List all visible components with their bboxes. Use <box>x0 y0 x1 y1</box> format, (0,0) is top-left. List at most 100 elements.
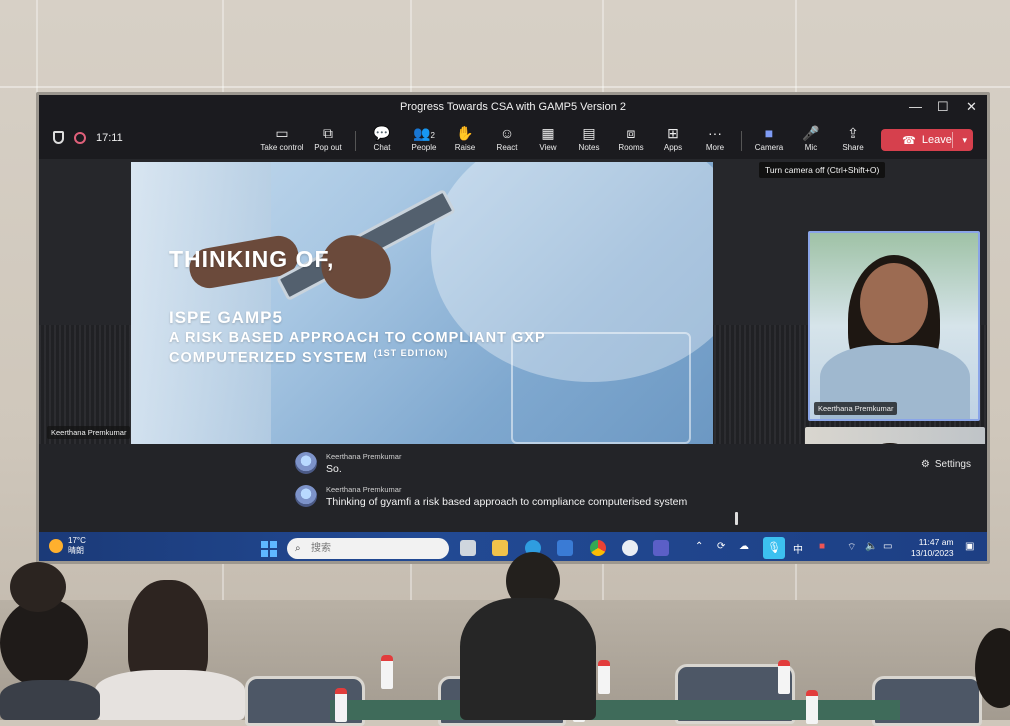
more-icon: ··· <box>708 125 722 141</box>
slide-photo-equipment <box>511 332 691 444</box>
avatar <box>295 452 317 474</box>
caption-speaker: Keerthana Premkumar <box>326 485 402 494</box>
slide-edition: (1ST EDITION) <box>373 348 449 358</box>
notification-icon[interactable]: ▣ <box>965 541 974 552</box>
windows-start-icon[interactable] <box>261 541 277 557</box>
taskbar-clock[interactable]: 11:47 am 13/10/2023 <box>911 537 954 559</box>
audience-head <box>0 598 88 688</box>
pop-out-button[interactable]: ⧉ Pop out <box>305 125 351 157</box>
task-view-icon[interactable] <box>460 540 476 556</box>
water-bottle <box>778 660 790 694</box>
title-bar: Progress Towards CSA with GAMP5 Version … <box>39 95 987 121</box>
avatar <box>295 485 317 507</box>
water-bottle <box>335 688 347 722</box>
meeting-stage: THINKING OF, ISPE GAMP5 A RISK BASED APP… <box>39 159 987 512</box>
store-icon[interactable] <box>557 540 573 556</box>
leave-label: Leave <box>921 134 952 146</box>
sync-icon[interactable]: ⟳ <box>717 541 725 552</box>
participant-face <box>860 263 928 343</box>
phone-icon: ☎ <box>902 134 916 147</box>
caption-settings-button[interactable]: ⚙ Settings <box>921 459 971 470</box>
presenter-name-tag: Keerthana Premkumar <box>47 426 131 439</box>
more-button[interactable]: ··· More <box>692 125 738 157</box>
raise-hand-button[interactable]: ✋ Raise <box>442 125 488 157</box>
chevron-up-icon[interactable]: ⌃ <box>695 541 703 552</box>
camera-button[interactable]: ■ Camera <box>746 125 792 157</box>
recording-icon <box>74 131 86 144</box>
participant-video-tile[interactable]: Keerthana Premkumar <box>808 231 980 421</box>
slide-heading: THINKING OF, <box>169 246 335 272</box>
rooms-button[interactable]: ⧈ Rooms <box>608 125 654 157</box>
maximize-button[interactable]: ☐ <box>937 99 949 115</box>
react-icon: ☺ <box>499 125 515 141</box>
participant-name-tag: Keerthana Premkumar <box>814 402 898 415</box>
meeting-info: 17:11 <box>53 131 123 144</box>
cloud-icon[interactable]: ☁ <box>739 541 749 552</box>
audience-head <box>10 562 66 612</box>
shield-icon <box>53 131 64 144</box>
water-bottle <box>598 660 610 694</box>
wifi-icon[interactable]: ⌔ <box>847 541 856 554</box>
raise-hand-icon: ✋ <box>456 125 474 141</box>
caption-speaker: Keerthana Premkumar <box>326 452 402 461</box>
search-icon: ⌕ <box>295 543 301 554</box>
windows-taskbar: 17°C 晴朗 ⌕ 搜索 ⌃ ⟳ ☁ 🎙 中 ■ ⌔ 🔈 ▭ 11:47 am … <box>39 532 987 561</box>
take-control-button[interactable]: ▭ Take control <box>259 125 305 157</box>
teams-icon[interactable] <box>653 540 669 556</box>
share-button[interactable]: ⇪ Share <box>830 125 876 157</box>
close-button[interactable]: ✕ <box>966 99 977 115</box>
people-icon: 👥2 <box>413 125 435 141</box>
app-tray-icon[interactable]: ■ <box>819 541 825 552</box>
water-bottle <box>381 655 393 689</box>
shared-slide: THINKING OF, ISPE GAMP5 A RISK BASED APP… <box>131 162 713 444</box>
mic-button[interactable]: 🎤 Mic <box>788 125 834 157</box>
app-icon[interactable] <box>622 540 638 556</box>
input-language[interactable]: 中 <box>793 541 803 556</box>
audience-person <box>95 670 245 720</box>
apps-button[interactable]: ⊞ Apps <box>650 125 696 157</box>
water-bottle <box>806 690 818 724</box>
taskbar-search-input[interactable]: ⌕ 搜索 <box>287 538 449 559</box>
people-button[interactable]: 👥2 People <box>401 125 447 157</box>
view-button[interactable]: ▦ View <box>525 125 571 157</box>
file-explorer-icon[interactable] <box>492 540 508 556</box>
rooms-icon: ⧈ <box>626 125 636 141</box>
caption-text: Thinking of gyamfi a risk based approach… <box>326 496 688 508</box>
live-captions: Keerthana Premkumar So. Keerthana Premku… <box>39 444 987 532</box>
volume-icon[interactable]: 🔈 <box>865 541 877 552</box>
audience-person <box>0 680 100 720</box>
react-button[interactable]: ☺ React <box>484 125 530 157</box>
chrome-icon[interactable] <box>590 540 606 556</box>
share-icon: ⇪ <box>847 125 859 141</box>
pop-out-icon: ⧉ <box>323 125 333 141</box>
toolbar-divider <box>355 131 356 151</box>
clock-date: 13/10/2023 <box>911 548 954 558</box>
caption-text: So. <box>326 463 342 475</box>
settings-label: Settings <box>934 459 971 470</box>
toolbar-divider <box>741 131 742 151</box>
battery-icon[interactable]: ▭ <box>883 541 892 552</box>
chat-button[interactable]: 💬 Chat <box>359 125 405 157</box>
view-icon: ▦ <box>541 125 555 141</box>
weather-desc: 晴朗 <box>68 546 84 555</box>
slide-photo-coat <box>131 162 271 444</box>
mic-in-use-icon[interactable]: 🎙 <box>763 537 785 559</box>
meeting-toolbar: 17:11 ▭ Take control ⧉ Pop out 💬 Chat 👥2… <box>39 121 987 159</box>
weather-widget[interactable]: 17°C 晴朗 <box>49 536 86 556</box>
chat-icon: 💬 <box>373 125 391 141</box>
people-count-badge: 2 <box>430 131 435 140</box>
minimize-button[interactable]: — <box>909 99 922 114</box>
caption-scrollbar[interactable] <box>735 512 738 525</box>
notes-icon: ▤ <box>582 125 596 141</box>
leave-button[interactable]: ☎ Leave ▾ <box>881 129 973 151</box>
search-placeholder: 搜索 <box>311 543 331 554</box>
leave-divider <box>952 132 953 148</box>
sun-icon <box>49 539 63 553</box>
wall-ledge <box>0 86 1010 88</box>
chevron-down-icon[interactable]: ▾ <box>962 135 967 146</box>
apps-icon: ⊞ <box>667 125 679 141</box>
take-control-icon: ▭ <box>275 125 289 141</box>
notes-button[interactable]: ▤ Notes <box>566 125 612 157</box>
camera-tooltip: Turn camera off (Ctrl+Shift+O) <box>759 162 886 178</box>
slide-line-2: A RISK BASED APPROACH TO COMPLIANT GXP <box>169 330 546 346</box>
